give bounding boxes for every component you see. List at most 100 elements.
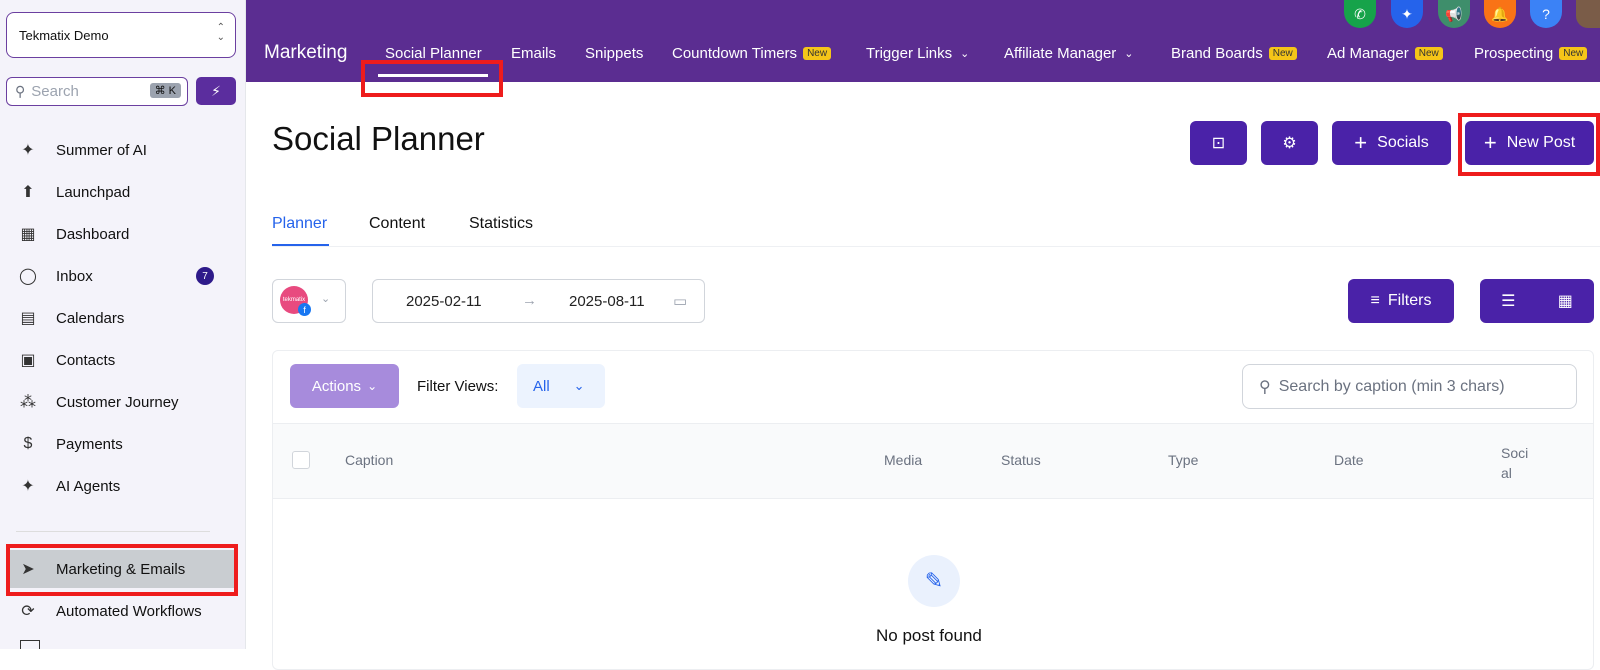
tab-content[interactable]: Content: [369, 215, 425, 233]
tab-label: Prospecting: [1474, 45, 1554, 62]
quick-actions-button[interactable]: ⚡: [196, 77, 236, 105]
sidebar-item-payments[interactable]: $ Payments: [10, 425, 236, 463]
tab-brand-boards[interactable]: Brand Boards New: [1171, 45, 1297, 62]
gear-icon: ⚙: [1282, 135, 1297, 152]
new-badge: New: [803, 47, 832, 60]
workflow-icon: ⟳: [21, 603, 35, 620]
sidebar-item-ai-agents[interactable]: ✦ AI Agents: [10, 467, 236, 505]
sidebar-divider: [16, 531, 210, 532]
column-type[interactable]: Type: [1168, 452, 1198, 468]
tab-label: Brand Boards: [1171, 45, 1263, 62]
sidebar-item-label: Payments: [56, 435, 123, 453]
tab-affiliate-manager[interactable]: Affiliate Manager ⌄: [1004, 45, 1134, 62]
column-status[interactable]: Status: [1001, 452, 1041, 468]
chevron-down-icon: ⌄: [573, 378, 585, 393]
sidebar-item-label: Summer of AI: [56, 141, 147, 159]
send-icon: ➤: [21, 561, 35, 578]
column-social[interactable]: Soci al: [1501, 443, 1528, 483]
search-icon: ⚲: [15, 83, 26, 99]
column-caption[interactable]: Caption: [345, 452, 393, 468]
date-start: 2025-02-11: [406, 293, 482, 310]
view-toggle: ☰ ▦: [1480, 279, 1594, 323]
contacts-icon: ▣: [20, 352, 36, 369]
social-account-picker[interactable]: tekmatix f ⌄: [272, 279, 346, 323]
socials-label: Socials: [1377, 134, 1429, 151]
plus-icon: +: [1354, 130, 1368, 155]
dollar-icon: $: [23, 435, 33, 452]
user-avatar[interactable]: [1576, 0, 1600, 28]
sidebar: Tekmatix Demo ⌃ ⌄ ⚲ Search ⌘ K ⚡ ✦ Summer …: [0, 0, 246, 649]
arrow-right-icon: →: [522, 292, 537, 309]
phone-icon[interactable]: ✆: [1344, 0, 1376, 28]
search-icon: ⚲: [1259, 378, 1271, 396]
sidebar-item-label: Marketing & Emails: [56, 560, 186, 578]
chevron-down-icon: ⌄: [1124, 48, 1134, 60]
tab-label: Affiliate Manager: [1004, 45, 1117, 62]
sidebar-item-label: Dashboard: [56, 225, 130, 243]
bell-icon[interactable]: 🔔: [1484, 0, 1516, 28]
plus-icon: +: [1483, 130, 1497, 155]
feedback-button[interactable]: ⊡: [1190, 121, 1247, 165]
filter-icon: ≡: [1370, 292, 1380, 309]
settings-button[interactable]: ⚙: [1261, 121, 1318, 165]
calendar-view-icon[interactable]: ▦: [1558, 291, 1573, 311]
help-icon[interactable]: ?: [1530, 0, 1562, 28]
filters-button[interactable]: ≡ Filters: [1348, 279, 1454, 323]
ai-sparkle-icon[interactable]: ✦: [1391, 0, 1423, 28]
sidebar-item-marketing-emails[interactable]: ➤ Marketing & Emails: [10, 550, 236, 588]
sidebar-item-inbox[interactable]: ◯ Inbox 7: [10, 257, 236, 295]
chevron-down-icon: ⌄: [321, 293, 331, 305]
sidebar-item-launchpad[interactable]: ⬆ Launchpad: [10, 173, 236, 211]
tab-trigger-links[interactable]: Trigger Links ⌄: [866, 45, 969, 62]
bolt-icon: ⚡: [211, 82, 221, 99]
column-date[interactable]: Date: [1334, 452, 1364, 468]
empty-state-text: No post found: [876, 626, 982, 645]
actions-dropdown[interactable]: Actions ⌄: [290, 364, 399, 408]
chevron-down-icon: ⌄: [367, 379, 378, 393]
partial-nav-icon: [20, 640, 40, 649]
new-badge: New: [1559, 47, 1588, 60]
sidebar-item-automated-workflows[interactable]: ⟳ Automated Workflows: [10, 592, 236, 630]
table-header: [273, 423, 1593, 499]
page-title: Social Planner: [272, 120, 485, 157]
sidebar-search[interactable]: ⚲ Search ⌘ K: [6, 77, 188, 106]
facebook-icon: f: [298, 303, 311, 316]
tab-countdown-timers[interactable]: Countdown Timers New: [672, 45, 832, 62]
tab-ad-manager[interactable]: Ad Manager New: [1327, 45, 1443, 62]
section-title: Marketing: [264, 42, 348, 63]
account-switcher[interactable]: Tekmatix Demo ⌃ ⌄: [6, 12, 236, 58]
select-all-checkbox[interactable]: [292, 451, 310, 469]
sidebar-item-dashboard[interactable]: ▦ Dashboard: [10, 215, 236, 253]
tab-emails[interactable]: Emails: [511, 45, 556, 62]
caption-search-input[interactable]: ⚲ Search by caption (min 3 chars): [1242, 364, 1577, 409]
megaphone-icon[interactable]: 📢: [1438, 0, 1470, 28]
list-view-icon[interactable]: ☰: [1501, 291, 1515, 311]
chevron-updown-icon: ⌃ ⌄: [216, 22, 225, 43]
sidebar-item-label: Automated Workflows: [56, 602, 202, 620]
new-badge: New: [1414, 47, 1443, 60]
tab-planner[interactable]: Planner: [272, 215, 327, 233]
tab-social-planner[interactable]: Social Planner: [385, 45, 482, 62]
filter-views-select[interactable]: All ⌄: [517, 364, 605, 408]
account-name: Tekmatix Demo: [19, 27, 109, 43]
filter-views-value: All: [533, 377, 550, 395]
sidebar-item-calendars[interactable]: ▤ Calendars: [10, 299, 236, 337]
tab-snippets[interactable]: Snippets: [585, 45, 643, 62]
chat-icon: ◯: [19, 268, 37, 285]
new-post-button[interactable]: + New Post: [1465, 121, 1594, 165]
tab-prospecting[interactable]: Prospecting New: [1474, 45, 1588, 62]
search-placeholder: Search: [31, 83, 79, 100]
sidebar-item-customer-journey[interactable]: ⁂ Customer Journey: [10, 383, 236, 421]
column-media[interactable]: Media: [884, 452, 922, 468]
sidebar-item-contacts[interactable]: ▣ Contacts: [10, 341, 236, 379]
search-shortcut: ⌘ K: [149, 83, 181, 98]
tab-label: Emails: [511, 45, 557, 62]
journey-icon: ⁂: [20, 394, 36, 411]
grid-icon: ▦: [20, 226, 36, 243]
date-range-picker[interactable]: 2025-02-11 → 2025-08-11 ▭: [372, 279, 705, 323]
tab-statistics[interactable]: Statistics: [469, 215, 533, 233]
sidebar-item-summer-of-ai[interactable]: ✦ Summer of AI: [10, 131, 236, 169]
tab-label: Snippets: [585, 45, 644, 62]
socials-button[interactable]: + Socials: [1332, 121, 1451, 165]
new-post-label: New Post: [1506, 134, 1576, 151]
